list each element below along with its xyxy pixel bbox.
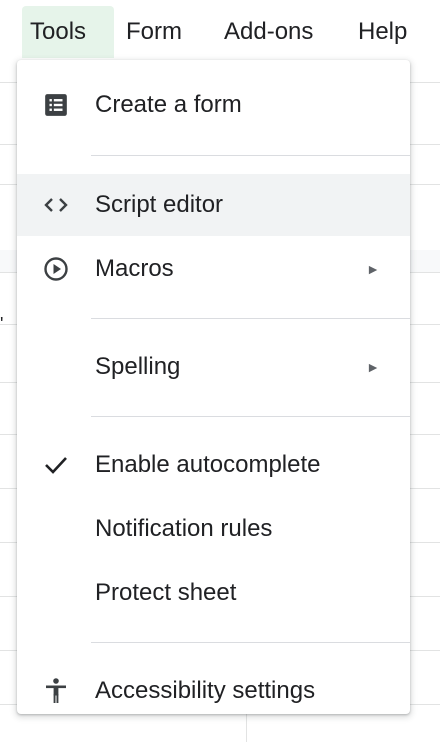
menu-item-spelling[interactable]: Spelling ► [17, 336, 410, 398]
menu-add-ons[interactable]: Add-ons [216, 6, 344, 58]
menu-item-create-a-form[interactable]: Create a form [17, 74, 410, 136]
menu-item-notification-rules[interactable]: Notification rules [17, 498, 410, 560]
menu-item-label: Macros [95, 255, 174, 282]
menu-item-protect-sheet[interactable]: Protect sheet [17, 562, 410, 624]
menu-item-accessibility-settings[interactable]: Accessibility settings [17, 660, 410, 714]
menu-form[interactable]: Form [118, 6, 208, 58]
menu-item-label: Spelling [95, 353, 181, 380]
form-icon [41, 90, 71, 120]
menu-item-label: Protect sheet [95, 579, 237, 606]
play-circle-icon [41, 254, 71, 284]
checkmark-icon [41, 450, 71, 480]
menu-item-label: Script editor [95, 191, 224, 218]
menu-separator [91, 318, 410, 319]
menu-tools[interactable]: Tools [22, 6, 114, 58]
cell-text-fragment: ' [0, 314, 4, 334]
menu-item-label: Notification rules [95, 515, 273, 542]
menu-separator [91, 155, 410, 156]
menu-item-label: Enable autocomplete [95, 451, 321, 478]
menu-item-enable-autocomplete[interactable]: Enable autocomplete [17, 434, 410, 496]
submenu-arrow-icon: ► [366, 261, 380, 277]
accessibility-icon [41, 676, 71, 706]
submenu-arrow-icon: ► [366, 359, 380, 375]
menu-item-script-editor[interactable]: Script editor [17, 174, 410, 236]
tools-dropdown-menu: Create a form Script editor Macros ► Spe… [17, 60, 410, 714]
menu-separator [91, 416, 410, 417]
menu-help[interactable]: Help [350, 6, 430, 58]
menu-separator [91, 642, 410, 643]
code-brackets-icon [41, 190, 71, 220]
menu-item-label: Create a form [95, 91, 242, 118]
menu-bar: Tools Form Add-ons Help [0, 0, 440, 64]
menu-item-label: Accessibility settings [95, 677, 316, 704]
menu-item-macros[interactable]: Macros ► [17, 238, 410, 300]
